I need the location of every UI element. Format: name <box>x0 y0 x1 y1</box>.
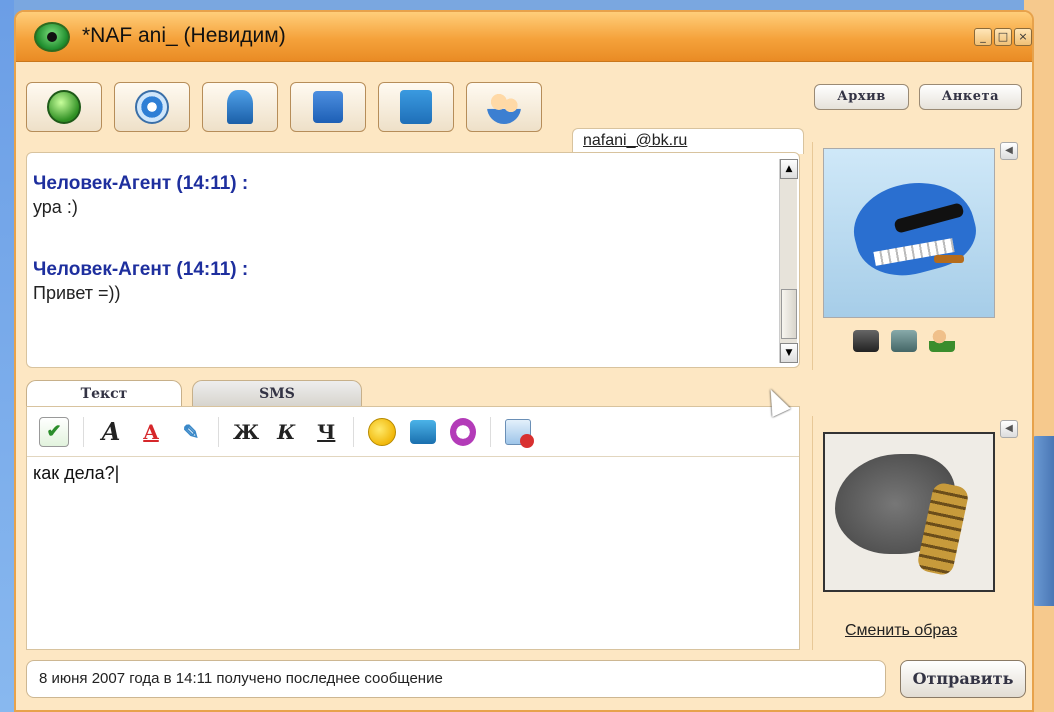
call-button[interactable] <box>26 82 102 132</box>
message-author: Человек-Агент (14:11) : <box>33 173 249 194</box>
underline-button[interactable]: Ч <box>313 416 339 448</box>
clear-icon[interactable] <box>505 418 535 448</box>
transfer-icon <box>400 90 432 124</box>
contact-avatar <box>823 148 995 318</box>
scroll-up-button[interactable]: ▲ <box>780 159 798 179</box>
font-icon[interactable]: A <box>98 416 124 448</box>
send-button[interactable]: Отправить <box>900 660 1026 698</box>
header-tabs: Архив Анкета <box>814 84 1022 110</box>
games-button[interactable] <box>202 82 278 132</box>
message-text: Привет =)) <box>33 283 121 303</box>
title-bar[interactable]: *NAF ani_ (Невидим) _ □ × <box>16 12 1032 62</box>
profile-button[interactable]: Анкета <box>918 84 1022 110</box>
window-controls: _ □ × <box>974 28 1032 46</box>
main-toolbar <box>26 82 542 138</box>
divider <box>83 416 84 447</box>
desktop-side-tab[interactable] <box>1032 436 1054 606</box>
bold-button[interactable]: Ж <box>233 416 259 448</box>
own-avatar-image <box>823 432 995 592</box>
webcam-icon <box>135 90 169 124</box>
chat-window: *NAF ani_ (Невидим) _ □ × Архив Анкета n… <box>14 10 1034 712</box>
tab-sms[interactable]: SMS <box>192 380 362 408</box>
message: Человек-Агент (14:11) : Привет =)) <box>33 259 248 304</box>
archive-button[interactable]: Архив <box>814 84 909 110</box>
collapse-arrow-icon[interactable]: ◀ <box>1000 142 1018 160</box>
camera-icon[interactable] <box>853 330 879 352</box>
desktop-left-edge <box>0 0 14 712</box>
window-title: *NAF ani_ (Невидим) <box>82 24 286 47</box>
maximize-button[interactable]: □ <box>994 28 1012 46</box>
avatar-actions <box>853 330 955 352</box>
divider <box>353 416 355 447</box>
horse-icon <box>227 90 253 124</box>
chat-scrollbar[interactable]: ▲ ▼ <box>779 159 798 363</box>
italic-button[interactable]: К <box>273 416 299 448</box>
message-author: Человек-Агент (14:11) : <box>33 259 249 280</box>
close-button[interactable]: × <box>1014 28 1032 46</box>
chat-history[interactable]: Человек-Агент (14:11) : ура :) Человек-А… <box>26 152 800 368</box>
contacts-button[interactable] <box>466 82 542 132</box>
edit-person-icon[interactable] <box>929 330 955 352</box>
contact-avatar-panel: ◀ <box>812 142 1024 370</box>
message-text: ура :) <box>33 197 78 217</box>
alarm-clock-icon[interactable] <box>450 417 477 446</box>
minimize-button[interactable]: _ <box>974 28 992 46</box>
phone-icon <box>47 90 81 124</box>
contact-email-tab[interactable]: nafani_@bk.ru <box>572 128 804 154</box>
eye-status-icon[interactable] <box>34 22 70 52</box>
message: Человек-Агент (14:11) : ура :) <box>33 173 248 218</box>
text-color-icon[interactable]: A <box>138 416 164 448</box>
status-bar: 8 июня 2007 года в 14:11 получено послед… <box>26 660 886 698</box>
format-toolbar: ✔ A A ✎ Ж К Ч <box>27 407 799 457</box>
video-icon[interactable] <box>891 330 917 352</box>
save-icon <box>313 91 343 123</box>
tab-text[interactable]: Текст <box>26 380 182 408</box>
tv-icon[interactable] <box>410 419 437 444</box>
divider <box>490 416 492 447</box>
users-icon <box>487 90 521 124</box>
message-compose-panel: ✔ A A ✎ Ж К Ч как дела? <box>26 406 800 650</box>
change-image-link[interactable]: Сменить образ <box>845 622 957 640</box>
contact-email[interactable]: nafani_@bk.ru <box>583 132 687 149</box>
scroll-down-button[interactable]: ▼ <box>780 343 798 363</box>
smiley-icon[interactable] <box>368 417 397 446</box>
spellcheck-icon[interactable]: ✔ <box>39 416 69 447</box>
message-input[interactable]: как дела? <box>33 463 119 484</box>
file-transfer-button[interactable] <box>378 82 454 132</box>
save-history-button[interactable] <box>290 82 366 132</box>
own-avatar-panel: ◀ Сменить образ <box>812 416 1024 650</box>
scroll-thumb[interactable] <box>781 289 797 339</box>
highlight-pen-icon[interactable]: ✎ <box>178 416 204 448</box>
collapse-arrow-icon[interactable]: ◀ <box>1000 420 1018 438</box>
wolf-avatar-image <box>834 169 984 293</box>
divider <box>218 416 219 447</box>
webcam-button[interactable] <box>114 82 190 132</box>
